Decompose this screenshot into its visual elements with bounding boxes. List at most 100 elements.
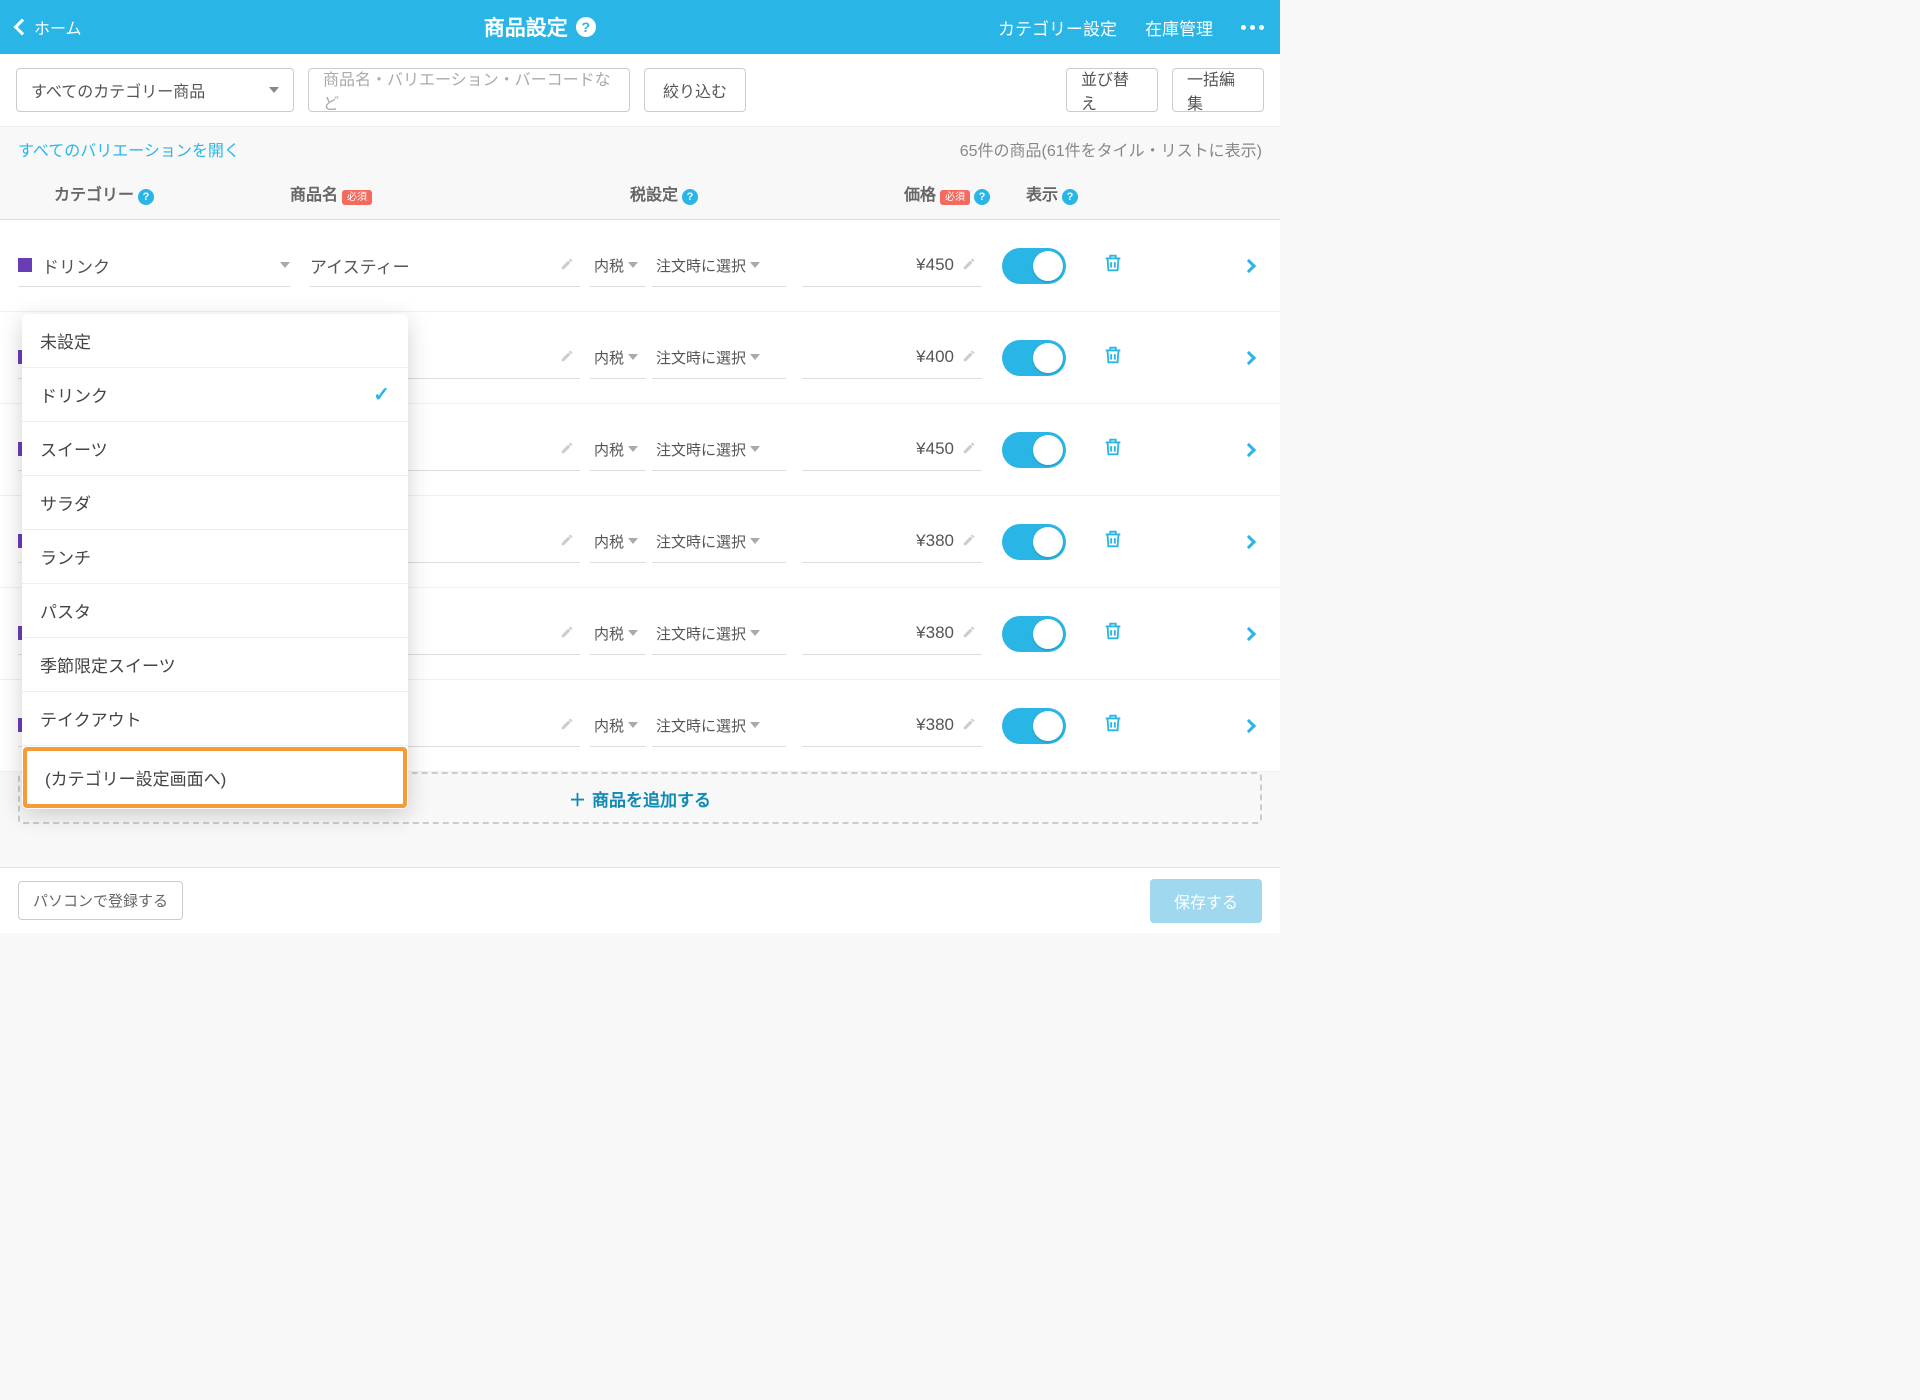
trash-icon[interactable] <box>1102 712 1124 740</box>
tax-type-select[interactable]: 内税 <box>590 245 646 287</box>
display-toggle[interactable] <box>1002 616 1066 652</box>
tax-timing-select[interactable]: 注文時に選択 <box>652 429 786 471</box>
chevron-down-icon <box>280 262 290 268</box>
trash-icon[interactable] <box>1102 620 1124 648</box>
col-name: 商品名必須 <box>290 181 580 205</box>
dropdown-item-label: 未設定 <box>40 328 91 353</box>
display-cell <box>982 524 1086 560</box>
tax-type-select[interactable]: 内税 <box>590 429 646 471</box>
pencil-icon <box>560 625 574 642</box>
price-cell[interactable]: ¥400 <box>802 337 982 379</box>
help-icon[interactable]: ? <box>138 189 154 205</box>
product-row: ドリンク アイスティー 内税 注文時に選択 ¥450 <box>0 220 1280 312</box>
sort-button[interactable]: 並び替え <box>1066 68 1158 112</box>
tax-cell: 内税 注文時に選択 <box>580 337 820 379</box>
tax-type-select[interactable]: 内税 <box>590 337 646 379</box>
chevron-right-icon[interactable] <box>1242 534 1256 548</box>
display-cell <box>982 248 1086 284</box>
tax-timing-select[interactable]: 注文時に選択 <box>652 613 786 655</box>
open-all-variations-link[interactable]: すべてのバリエーションを開く <box>18 137 240 161</box>
product-name-text: アイスティー <box>310 253 410 278</box>
dropdown-item[interactable]: (カテゴリー設定画面へ) <box>23 747 407 808</box>
chevron-down-icon <box>628 538 638 544</box>
price-text: ¥380 <box>916 531 954 551</box>
back-button[interactable]: ホーム <box>16 15 82 39</box>
nav-stock-management[interactable]: 在庫管理 <box>1145 15 1213 40</box>
help-icon[interactable]: ? <box>682 189 698 205</box>
trash-icon[interactable] <box>1102 344 1124 372</box>
dropdown-item[interactable]: ドリンク✓ <box>22 368 408 422</box>
chevron-right-icon[interactable] <box>1242 350 1256 364</box>
help-icon[interactable]: ? <box>974 189 990 205</box>
tax-timing-select[interactable]: 注文時に選択 <box>652 245 786 287</box>
dropdown-item[interactable]: ランチ <box>22 530 408 584</box>
tax-timing-select[interactable]: 注文時に選択 <box>652 337 786 379</box>
chevron-down-icon <box>750 722 760 728</box>
price-cell[interactable]: ¥450 <box>802 245 982 287</box>
chevron-right-icon[interactable] <box>1242 442 1256 456</box>
chevron-right-icon[interactable] <box>1242 626 1256 640</box>
pencil-icon <box>962 349 976 366</box>
chevron-left-icon <box>14 19 31 36</box>
dropdown-item[interactable]: サラダ <box>22 476 408 530</box>
tax-timing-text: 注文時に選択 <box>656 623 746 644</box>
tax-type-text: 内税 <box>594 347 624 368</box>
price-cell[interactable]: ¥450 <box>802 429 982 471</box>
display-toggle[interactable] <box>1002 708 1066 744</box>
search-input[interactable]: 商品名・バリエーション・バーコードなど <box>308 68 630 112</box>
price-cell[interactable]: ¥380 <box>802 705 982 747</box>
price-text: ¥380 <box>916 715 954 735</box>
back-label: ホーム <box>34 15 82 39</box>
trash-icon[interactable] <box>1102 252 1124 280</box>
tax-cell: 内税 注文時に選択 <box>580 613 820 655</box>
trash-icon[interactable] <box>1102 528 1124 556</box>
help-icon[interactable]: ? <box>576 17 596 37</box>
help-icon[interactable]: ? <box>1062 189 1078 205</box>
header-nav: カテゴリー設定 在庫管理 <box>998 15 1264 40</box>
trash-icon[interactable] <box>1102 436 1124 464</box>
bulk-edit-button[interactable]: 一括編集 <box>1172 68 1264 112</box>
dropdown-item[interactable]: テイクアウト <box>22 692 408 746</box>
chevron-down-icon <box>628 262 638 268</box>
display-toggle[interactable] <box>1002 340 1066 376</box>
category-filter-label: すべてのカテゴリー商品 <box>31 78 205 102</box>
category-filter-select[interactable]: すべてのカテゴリー商品 <box>16 68 294 112</box>
dropdown-item[interactable]: 未設定 <box>22 314 408 368</box>
tax-type-text: 内税 <box>594 255 624 276</box>
category-color-swatch <box>18 258 32 272</box>
chevron-right-icon[interactable] <box>1242 718 1256 732</box>
dropdown-item[interactable]: パスタ <box>22 584 408 638</box>
pencil-icon <box>962 257 976 274</box>
expand-cell <box>1140 721 1262 731</box>
display-toggle[interactable] <box>1002 432 1066 468</box>
tax-type-text: 内税 <box>594 439 624 460</box>
price-cell[interactable]: ¥380 <box>802 613 982 655</box>
display-toggle[interactable] <box>1002 248 1066 284</box>
tax-timing-text: 注文時に選択 <box>656 347 746 368</box>
chevron-right-icon[interactable] <box>1242 258 1256 272</box>
tax-type-select[interactable]: 内税 <box>590 521 646 563</box>
filter-button[interactable]: 絞り込む <box>644 68 746 112</box>
dropdown-item[interactable]: スイーツ <box>22 422 408 476</box>
save-button[interactable]: 保存する <box>1150 879 1262 923</box>
tax-type-select[interactable]: 内税 <box>590 613 646 655</box>
col-display: 表示? <box>1000 181 1104 205</box>
tax-timing-select[interactable]: 注文時に選択 <box>652 521 786 563</box>
dropdown-item-label: 季節限定スイーツ <box>40 652 176 677</box>
price-cell[interactable]: ¥380 <box>802 521 982 563</box>
more-icon[interactable] <box>1241 25 1264 30</box>
plus-icon: ＋ <box>569 786 586 811</box>
tax-timing-select[interactable]: 注文時に選択 <box>652 705 786 747</box>
tax-type-select[interactable]: 内税 <box>590 705 646 747</box>
register-on-pc-button[interactable]: パソコンで登録する <box>18 881 183 920</box>
category-text: ドリンク <box>42 253 270 278</box>
category-cell[interactable]: ドリンク <box>18 245 290 287</box>
display-toggle[interactable] <box>1002 524 1066 560</box>
price-text: ¥450 <box>916 439 954 459</box>
nav-category-settings[interactable]: カテゴリー設定 <box>998 15 1117 40</box>
footer: パソコンで登録する 保存する <box>0 867 1280 933</box>
dropdown-item-label: ランチ <box>40 544 91 569</box>
expand-cell <box>1140 445 1262 455</box>
product-name-cell[interactable]: アイスティー <box>310 245 580 287</box>
dropdown-item[interactable]: 季節限定スイーツ <box>22 638 408 692</box>
